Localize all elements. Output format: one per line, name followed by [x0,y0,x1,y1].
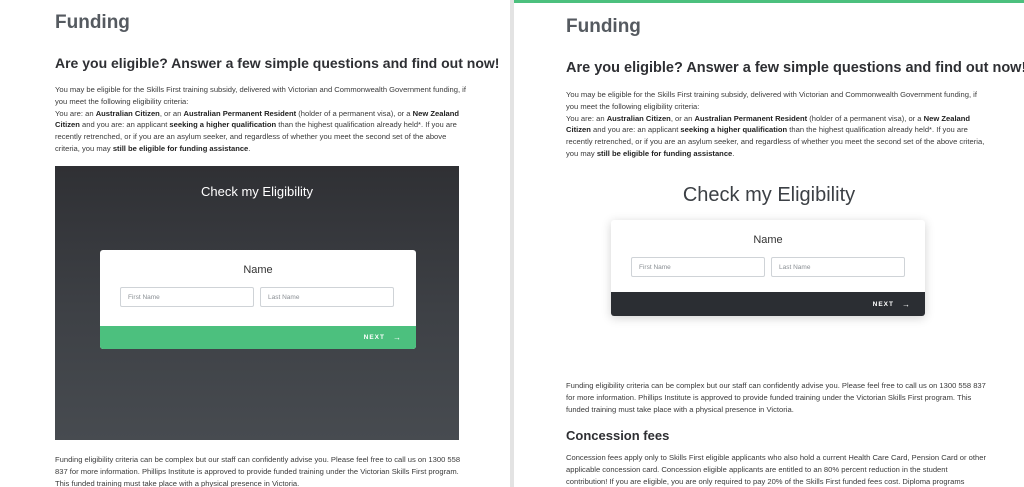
last-name-input[interactable]: Last Name [771,257,905,277]
concession-paragraph: Concession fees apply only to Skills Fir… [566,453,986,486]
next-button[interactable]: NEXT → [611,292,925,316]
intro-bold-resident: Australian Permanent Resident [183,108,297,118]
concession-heading: Concession fees [566,428,670,443]
first-name-input[interactable]: First Name [120,287,254,307]
intro-paragraph: You may be eligible for the Skills First… [55,84,467,155]
check-eligibility-title: Check my Eligibility [201,184,313,199]
intro-bold-higher: seeking a higher qualification [680,125,788,135]
intro-text: and you are: an applicant [590,125,681,135]
funding-heading: Funding [566,16,641,37]
name-label: Name [753,234,783,246]
intro-text: , or an [159,108,184,118]
funding-heading: Funding [55,12,130,33]
intro-paragraph: You may be eligible for the Skills First… [566,89,986,160]
intro-text: . [732,148,735,158]
intro-line1: You may be eligible for the Skills First… [566,90,977,111]
next-button[interactable]: NEXT → [100,326,416,349]
last-name-input[interactable]: Last Name [260,287,394,307]
intro-line1: You may be eligible for the Skills First… [55,85,466,106]
first-name-placeholder: First Name [639,263,671,271]
eligible-heading: Are you eligible? Answer a few simple qu… [566,60,1024,76]
name-label: Name [243,264,273,276]
intro-text: and you are: an applicant [79,120,170,130]
intro-text: (holder of a permanent visa), or a [807,113,924,123]
intro-bold-resident: Australian Permanent Resident [694,113,808,123]
left-page-version: Funding Are you eligible? Answer a few s… [0,0,510,487]
next-label: NEXT [872,300,894,308]
intro-bold-citizen: Australian Citizen [606,113,671,123]
eligibility-form-card: Name First Name Last Name NEXT → [611,220,925,316]
intro-bold-still: still be eligible for funding assistance [112,143,249,153]
last-name-placeholder: Last Name [268,293,300,301]
intro-bold-citizen: Australian Citizen [95,108,160,118]
intro-bold-higher: seeking a higher qualification [169,120,277,130]
eligibility-hero: Check my Eligibility Name First Name Las… [55,166,459,440]
first-name-input[interactable]: First Name [631,257,765,277]
funding-advice-paragraph: Funding eligibility criteria can be comp… [55,455,461,487]
intro-text: , or an [670,113,695,123]
arrow-right-icon: → [393,333,402,342]
intro-text: You are: an [566,113,607,123]
first-name-placeholder: First Name [128,293,160,301]
check-eligibility-title: Check my Eligibility [682,184,856,206]
next-label: NEXT [363,334,385,341]
eligibility-form-card: Name First Name Last Name NEXT → [100,250,416,349]
arrow-right-icon: → [902,299,911,309]
eligible-heading: Are you eligible? Answer a few simple qu… [55,55,500,71]
last-name-placeholder: Last Name [779,263,811,271]
intro-bold-still: still be eligible for funding assistance [596,148,733,158]
intro-text: . [248,143,251,153]
intro-text: (holder of a permanent visa), or a [296,108,413,118]
right-page-version: Funding Are you eligible? Answer a few s… [514,0,1024,487]
intro-text: You are: an [55,108,96,118]
funding-advice-paragraph: Funding eligibility criteria can be comp… [566,381,986,414]
